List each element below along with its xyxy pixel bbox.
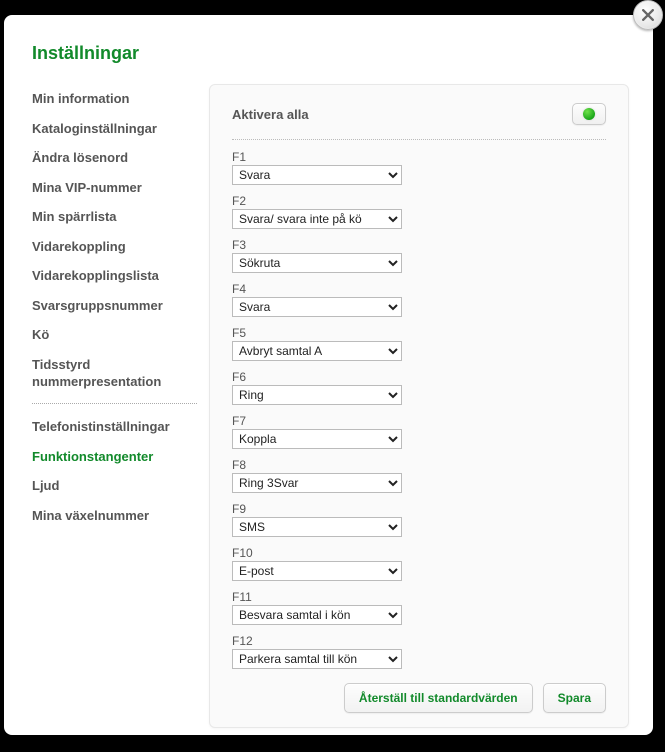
panel-separator (232, 139, 606, 140)
function-key-label: F1 (232, 150, 606, 164)
function-key-select[interactable]: SMS (232, 517, 402, 537)
function-key-label: F5 (232, 326, 606, 340)
function-key-select[interactable]: Avbryt samtal A (232, 341, 402, 361)
function-key-select[interactable]: Sökruta (232, 253, 402, 273)
function-key-row: F8Ring 3Svar (232, 458, 606, 493)
function-key-select[interactable]: Svara (232, 165, 402, 185)
function-key-row: F3Sökruta (232, 238, 606, 273)
function-key-label: F9 (232, 502, 606, 516)
sidebar-item[interactable]: Ändra lösenord (32, 143, 197, 173)
save-button[interactable]: Spara (543, 683, 606, 713)
activate-all-toggle[interactable] (572, 103, 606, 125)
function-key-select[interactable]: Parkera samtal till kön (232, 649, 402, 669)
sidebar-item[interactable]: Svarsgruppsnummer (32, 291, 197, 321)
sidebar-item[interactable]: Funktionstangenter (32, 442, 197, 472)
function-key-select[interactable]: E-post (232, 561, 402, 581)
settings-window: Inställningar Min informationKataloginst… (4, 15, 653, 735)
sidebar-item[interactable]: Kataloginställningar (32, 114, 197, 144)
function-key-row: F1Svara (232, 150, 606, 185)
sidebar-item[interactable]: Telefonistinställningar (32, 412, 197, 442)
function-key-label: F4 (232, 282, 606, 296)
sidebar-item[interactable]: Vidarekopplingslista (32, 261, 197, 291)
close-button[interactable] (633, 0, 663, 30)
sidebar-separator (32, 403, 197, 404)
sidebar-item[interactable]: Min information (32, 84, 197, 114)
sidebar-item[interactable]: Mina VIP-nummer (32, 173, 197, 203)
page-title: Inställningar (32, 43, 629, 64)
function-key-row: F9SMS (232, 502, 606, 537)
reset-button[interactable]: Återställ till standardvärden (344, 683, 533, 713)
function-key-label: F12 (232, 634, 606, 648)
main-panel: Aktivera alla F1SvaraF2Svara/ svara inte… (209, 84, 629, 728)
function-key-label: F2 (232, 194, 606, 208)
sidebar-item[interactable]: Tidsstyrd nummerpresentation (32, 350, 197, 397)
close-icon (642, 9, 654, 21)
activate-all-label: Aktivera alla (232, 107, 309, 122)
function-key-select[interactable]: Svara (232, 297, 402, 317)
sidebar-item[interactable]: Ljud (32, 471, 197, 501)
function-key-select[interactable]: Koppla (232, 429, 402, 449)
sidebar-item[interactable]: Kö (32, 320, 197, 350)
function-key-row: F10E-post (232, 546, 606, 581)
function-key-row: F2Svara/ svara inte på kö (232, 194, 606, 229)
function-key-label: F7 (232, 414, 606, 428)
function-key-row: F6Ring (232, 370, 606, 405)
function-key-row: F4Svara (232, 282, 606, 317)
sidebar-item[interactable]: Vidarekoppling (32, 232, 197, 262)
function-key-row: F12Parkera samtal till kön (232, 634, 606, 669)
function-key-label: F11 (232, 590, 606, 604)
sidebar-item[interactable]: Min spärrlista (32, 202, 197, 232)
function-key-select[interactable]: Svara/ svara inte på kö (232, 209, 402, 229)
function-key-label: F3 (232, 238, 606, 252)
function-key-select[interactable]: Ring (232, 385, 402, 405)
function-key-label: F10 (232, 546, 606, 560)
function-key-label: F6 (232, 370, 606, 384)
sidebar: Min informationKataloginställningarÄndra… (32, 84, 197, 728)
function-key-row: F5Avbryt samtal A (232, 326, 606, 361)
function-key-row: F11Besvara samtal i kön (232, 590, 606, 625)
function-key-row: F7Koppla (232, 414, 606, 449)
function-key-select[interactable]: Ring 3Svar (232, 473, 402, 493)
toggle-dot-icon (583, 108, 595, 120)
function-key-label: F8 (232, 458, 606, 472)
function-key-select[interactable]: Besvara samtal i kön (232, 605, 402, 625)
sidebar-item[interactable]: Mina växelnummer (32, 501, 197, 531)
